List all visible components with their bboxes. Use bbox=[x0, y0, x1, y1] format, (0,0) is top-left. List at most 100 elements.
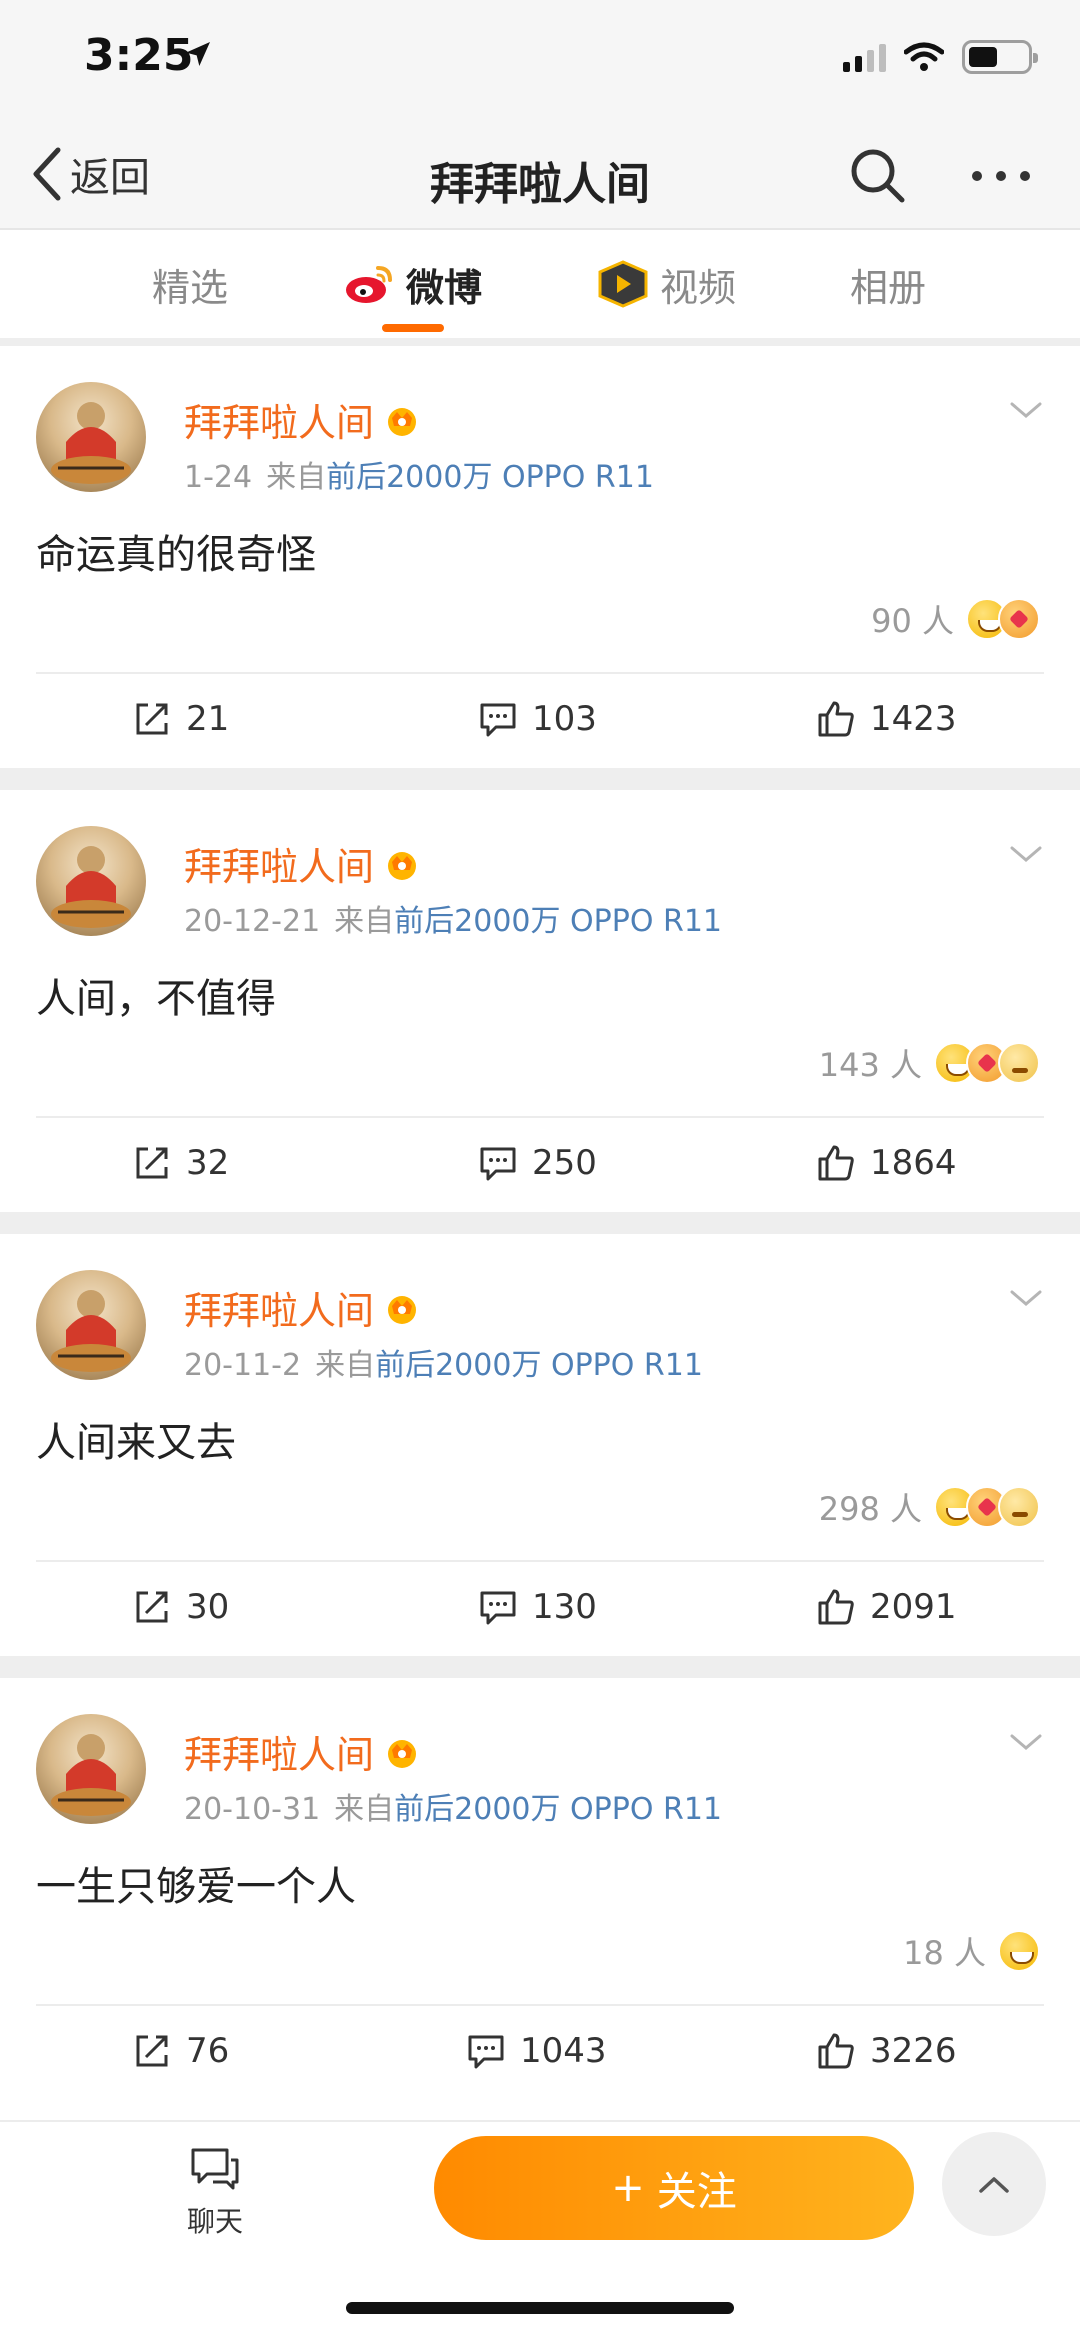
post-meta: 1-24 来自前后2000万 OPPO R11 bbox=[184, 452, 654, 496]
username-text: 拜拜啦人间 bbox=[184, 1733, 375, 1777]
tab-featured[interactable]: 精选 bbox=[152, 254, 228, 314]
avatar[interactable] bbox=[36, 1270, 146, 1380]
reaction-count: 298 人 bbox=[818, 1490, 922, 1528]
post-meta: 20-10-31 来自前后2000万 OPPO R11 bbox=[184, 1784, 722, 1828]
like-button[interactable]: 3226 bbox=[816, 2020, 957, 2082]
reaction-summary[interactable]: 298 人 bbox=[819, 1482, 1040, 1532]
username[interactable]: 拜拜啦人间 bbox=[184, 1724, 420, 1779]
source-prefix: 来自 bbox=[315, 1348, 376, 1383]
avatar[interactable] bbox=[36, 382, 146, 492]
divider bbox=[36, 2004, 1044, 2006]
divider bbox=[36, 1560, 1044, 1562]
username[interactable]: 拜拜啦人间 bbox=[184, 1280, 420, 1335]
repost-count: 21 bbox=[186, 699, 230, 739]
tab-album[interactable]: 相册 bbox=[850, 254, 926, 314]
comment-count: 130 bbox=[532, 1587, 597, 1627]
like-count: 3226 bbox=[870, 2031, 957, 2071]
post-date: 20-10-31 bbox=[184, 1792, 321, 1827]
like-button[interactable]: 1423 bbox=[816, 688, 957, 750]
post-date: 20-11-2 bbox=[184, 1348, 302, 1383]
post-text[interactable]: 命运真的很奇怪 bbox=[36, 522, 316, 580]
back-button[interactable]: 返回 bbox=[30, 144, 150, 204]
search-icon[interactable] bbox=[846, 144, 910, 208]
post-source-link[interactable]: 前后2000万 OPPO R11 bbox=[394, 904, 722, 939]
reaction-count: 90 人 bbox=[871, 602, 954, 640]
scroll-to-top-button[interactable] bbox=[942, 2132, 1046, 2236]
username[interactable]: 拜拜啦人间 bbox=[184, 392, 420, 447]
repost-button[interactable]: 76 bbox=[132, 2020, 229, 2082]
chat-icon bbox=[191, 2148, 239, 2190]
page-title: 拜拜啦人间 bbox=[430, 159, 650, 210]
chat-button[interactable]: 聊天 bbox=[170, 2146, 260, 2240]
post-source-link[interactable]: 前后2000万 OPPO R11 bbox=[394, 1792, 722, 1827]
reaction-summary[interactable]: 18 人 bbox=[903, 1926, 1040, 1976]
avatar[interactable] bbox=[36, 1714, 146, 1824]
tab-label: 视频 bbox=[660, 265, 737, 310]
home-indicator bbox=[346, 2302, 734, 2314]
comment-button[interactable]: 1043 bbox=[466, 2020, 607, 2082]
status-time: 3:25 bbox=[84, 30, 194, 81]
like-button[interactable]: 1864 bbox=[816, 1132, 957, 1194]
post-date: 20-12-21 bbox=[184, 904, 321, 939]
username[interactable]: 拜拜啦人间 bbox=[184, 836, 420, 891]
post-text[interactable]: 人间，不值得 bbox=[36, 966, 276, 1024]
reaction-emojis bbox=[934, 1042, 1040, 1084]
post-source-link[interactable]: 前后2000万 OPPO R11 bbox=[326, 460, 654, 495]
username-text: 拜拜啦人间 bbox=[184, 1289, 375, 1333]
divider bbox=[0, 768, 1080, 790]
like-count: 2091 bbox=[870, 1587, 957, 1627]
repost-button[interactable]: 30 bbox=[132, 1576, 229, 1638]
laugh-emoji-icon bbox=[998, 1930, 1040, 1972]
crown-badge-icon bbox=[388, 851, 417, 880]
comment-count: 1043 bbox=[520, 2031, 607, 2071]
comment-button[interactable]: 130 bbox=[478, 1576, 597, 1638]
reaction-count: 18 人 bbox=[903, 1934, 986, 1972]
reaction-summary[interactable]: 143 人 bbox=[819, 1038, 1040, 1088]
tab-weibo[interactable]: 微博 bbox=[342, 254, 482, 314]
like-button[interactable]: 2091 bbox=[816, 1576, 957, 1638]
follow-button[interactable]: + 关注 bbox=[434, 2136, 914, 2240]
reaction-count: 143 人 bbox=[818, 1046, 922, 1084]
avatar[interactable] bbox=[36, 826, 146, 936]
reaction-summary[interactable]: 90 人 bbox=[871, 594, 1040, 644]
comment-button[interactable]: 103 bbox=[478, 688, 597, 750]
post-card: 拜拜啦人间 20-12-21 来自前后2000万 OPPO R11 人间，不值得 … bbox=[0, 790, 1080, 1212]
repost-icon bbox=[136, 2035, 168, 2067]
active-tab-indicator bbox=[382, 324, 444, 332]
chevron-down-icon[interactable] bbox=[1008, 1286, 1044, 1310]
repost-count: 32 bbox=[186, 1143, 230, 1183]
tab-video[interactable]: 视频 bbox=[596, 254, 736, 314]
location-arrow-icon bbox=[186, 42, 210, 66]
comment-icon bbox=[480, 703, 516, 737]
post-card: 拜拜啦人间 1-24 来自前后2000万 OPPO R11 命运真的很奇怪 90 … bbox=[0, 346, 1080, 768]
source-prefix: 来自 bbox=[334, 1792, 395, 1827]
arrow-up-icon bbox=[979, 2177, 1009, 2193]
nav-bar: 返回 拜拜啦人间 bbox=[0, 120, 1080, 230]
chevron-down-icon[interactable] bbox=[1008, 398, 1044, 422]
post-text[interactable]: 人间来又去 bbox=[36, 1410, 236, 1468]
like-icon bbox=[818, 1589, 854, 1625]
sad-emoji-icon bbox=[998, 1042, 1040, 1084]
chevron-down-icon[interactable] bbox=[1008, 1730, 1044, 1754]
status-bar: 3:25 bbox=[0, 0, 1080, 120]
repost-button[interactable]: 21 bbox=[132, 688, 229, 750]
crown-badge-icon bbox=[388, 1295, 417, 1324]
comment-button[interactable]: 250 bbox=[478, 1132, 597, 1194]
like-icon bbox=[818, 701, 854, 737]
post-card: 拜拜啦人间 20-11-2 来自前后2000万 OPPO R11 人间来又去 29… bbox=[0, 1234, 1080, 1656]
repost-count: 30 bbox=[186, 1587, 230, 1627]
follow-label: 关注 bbox=[656, 2169, 737, 2215]
reaction-emojis bbox=[966, 598, 1040, 640]
post-text[interactable]: 一生只够爱一个人 bbox=[36, 1854, 356, 1912]
like-count: 1423 bbox=[870, 699, 957, 739]
comment-count: 250 bbox=[532, 1143, 597, 1183]
plus-icon: + bbox=[611, 2165, 645, 2211]
post-source-link[interactable]: 前后2000万 OPPO R11 bbox=[375, 1348, 703, 1383]
repost-button[interactable]: 32 bbox=[132, 1132, 229, 1194]
post-card: 拜拜啦人间 20-10-31 来自前后2000万 OPPO R11 一生只够爱一个… bbox=[0, 1678, 1080, 2100]
back-chevron-icon bbox=[33, 147, 61, 201]
repost-icon bbox=[136, 703, 168, 735]
source-prefix: 来自 bbox=[266, 460, 327, 495]
more-dots-icon[interactable] bbox=[966, 144, 1036, 208]
chevron-down-icon[interactable] bbox=[1008, 842, 1044, 866]
